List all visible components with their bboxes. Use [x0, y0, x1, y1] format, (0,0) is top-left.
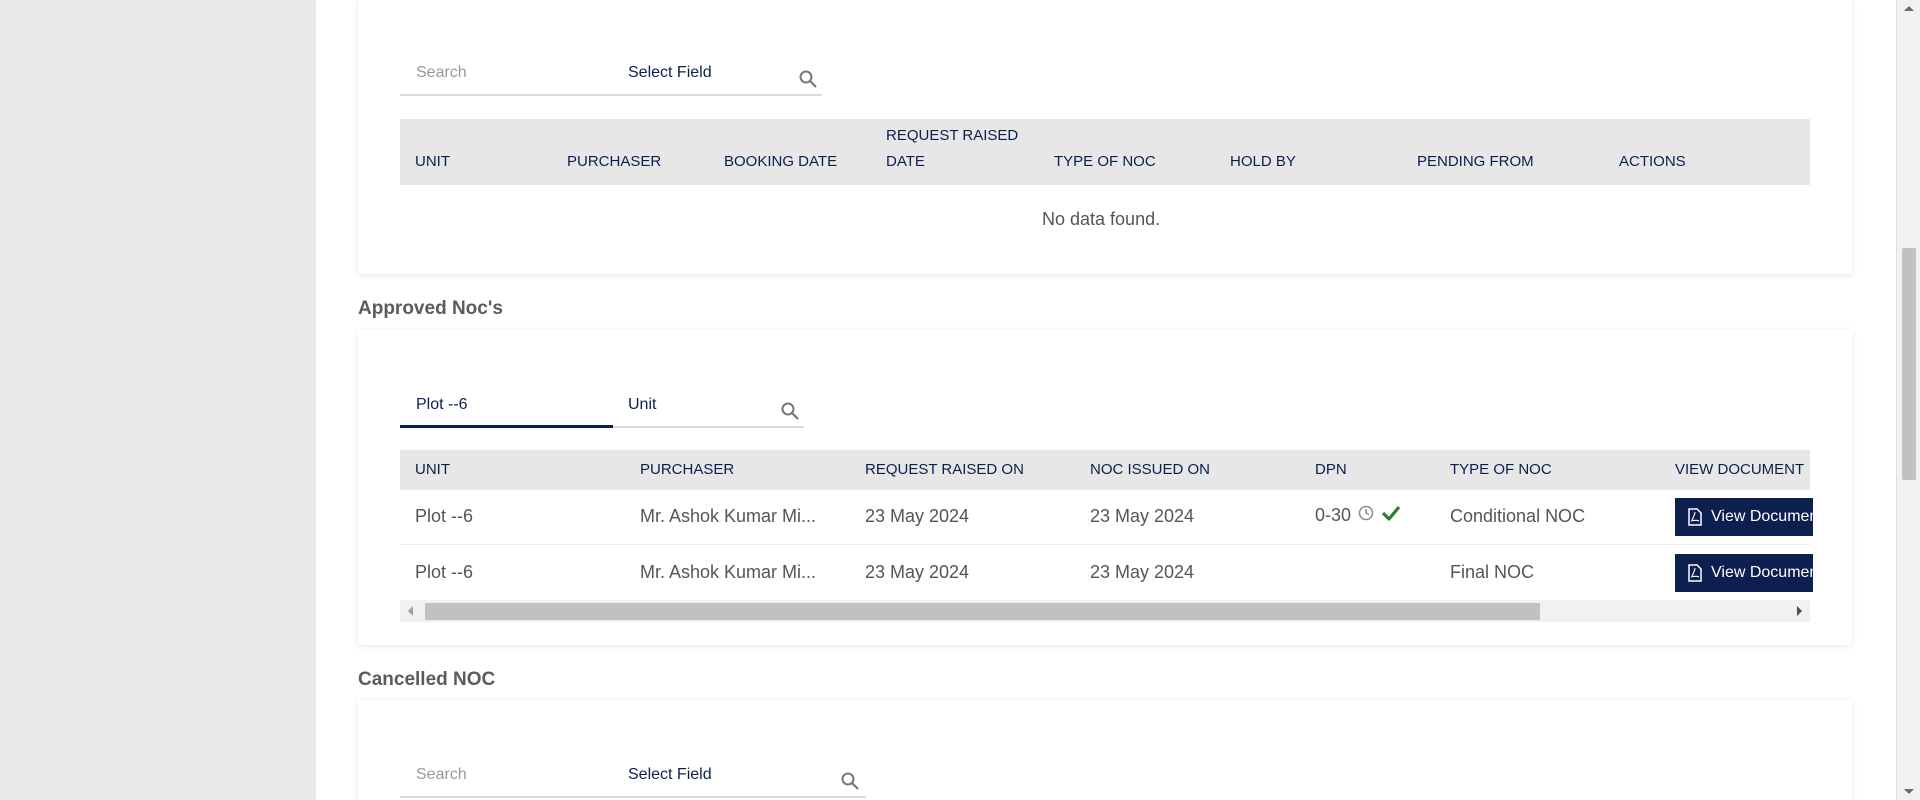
history-icon[interactable]: [1357, 504, 1375, 527]
scroll-up-arrow-icon[interactable]: [1904, 6, 1914, 11]
search-icon[interactable]: [840, 771, 860, 791]
page-scrollbar-thumb[interactable]: [1902, 248, 1916, 480]
cell-purchaser: Mr. Ashok Kumar Mi...: [640, 562, 817, 582]
cell-type-of-noc: Final NOC: [1450, 562, 1535, 582]
table-row: Plot --6 Mr. Ashok Kumar Mi... 23 May 20…: [400, 546, 1813, 601]
left-rail: [0, 0, 316, 800]
pdf-file-icon: [1688, 564, 1702, 582]
cell-request-raised-on: 23 May 2024: [865, 506, 970, 526]
column-header-noc-issued-on: NOC ISSUED ON: [1090, 461, 1211, 478]
column-header-hold-by: HOLD BY: [1230, 153, 1296, 170]
scrollbar-thumb[interactable]: [425, 603, 1540, 620]
view-document-button[interactable]: View Document: [1675, 498, 1813, 536]
cell-dpn: 0-30: [1315, 504, 1401, 527]
dpn-value: 0-30: [1315, 505, 1352, 525]
cell-type-of-noc: Conditional NOC: [1450, 506, 1586, 526]
column-header-actions: ACTIONS: [1619, 153, 1686, 170]
cell-unit: Plot --6: [415, 562, 474, 582]
checkmark-icon: [1381, 504, 1401, 527]
search-input[interactable]: Search: [416, 64, 467, 82]
column-header-request-raised-on: REQUEST RAISED ON: [865, 461, 1024, 478]
approved-table-header: UNIT PURCHASER REQUEST RAISED ON NOC ISS…: [400, 450, 1810, 490]
select-field-dropdown[interactable]: Select Field: [628, 766, 712, 784]
pending-search-bar: Search Select Field: [400, 52, 822, 96]
search-icon[interactable]: [798, 69, 818, 89]
search-input-value[interactable]: Plot --6: [416, 396, 468, 414]
approved-section-title: Approved Noc's: [358, 298, 503, 319]
view-document-button[interactable]: View Document: [1675, 554, 1813, 592]
table-horizontal-scrollbar[interactable]: [400, 600, 1810, 622]
table-row: Plot --6 Mr. Ashok Kumar Mi... 23 May 20…: [400, 490, 1813, 545]
view-document-label: View Document: [1711, 564, 1813, 581]
column-header-unit: UNIT: [415, 153, 450, 170]
view-document-label: View Document: [1711, 508, 1813, 525]
cancelled-search-bar: Search Select Field: [400, 754, 866, 798]
active-input-underline: [400, 425, 613, 428]
scroll-right-arrow-icon[interactable]: [1797, 606, 1802, 616]
cell-purchaser: Mr. Ashok Kumar Mi...: [640, 506, 817, 526]
select-field-dropdown[interactable]: Select Field: [628, 64, 712, 82]
select-field-dropdown[interactable]: Unit: [628, 396, 656, 414]
approved-search-bar: Plot --6 Unit: [400, 384, 804, 428]
cancelled-section-title: Cancelled NOC: [358, 669, 496, 690]
cell-request-raised-on: 23 May 2024: [865, 562, 970, 582]
column-header-view-document: VIEW DOCUMENT: [1675, 461, 1805, 478]
scroll-down-arrow-icon[interactable]: [1904, 789, 1914, 794]
column-header-purchaser: PURCHASER: [567, 153, 662, 170]
cell-unit: Plot --6: [415, 506, 474, 526]
pending-table-header: UNIT PURCHASER BOOKING DATE REQUEST RAIS…: [400, 119, 1810, 185]
column-header-booking-date: BOOKING DATE: [724, 153, 838, 170]
column-header-request-raised-date: DATE: [886, 153, 925, 170]
column-header-type-of-noc: TYPE OF NOC: [1450, 461, 1552, 478]
cell-noc-issued-on: 23 May 2024: [1090, 506, 1195, 526]
page-vertical-scrollbar[interactable]: [1896, 0, 1920, 800]
column-header-purchaser: PURCHASER: [640, 461, 735, 478]
column-header-request-raised: REQUEST RAISED: [886, 127, 1019, 144]
scroll-left-arrow-icon[interactable]: [408, 606, 413, 616]
empty-state-text: No data found.: [1042, 209, 1161, 229]
search-input[interactable]: Search: [416, 766, 467, 784]
column-header-pending-from: PENDING FROM: [1417, 153, 1534, 170]
column-header-unit: UNIT: [415, 461, 450, 478]
column-header-type-of-noc: TYPE OF NOC: [1054, 153, 1156, 170]
cell-noc-issued-on: 23 May 2024: [1090, 562, 1195, 582]
column-header-dpn: DPN: [1315, 461, 1347, 478]
pdf-file-icon: [1688, 508, 1702, 526]
search-icon[interactable]: [780, 401, 800, 421]
